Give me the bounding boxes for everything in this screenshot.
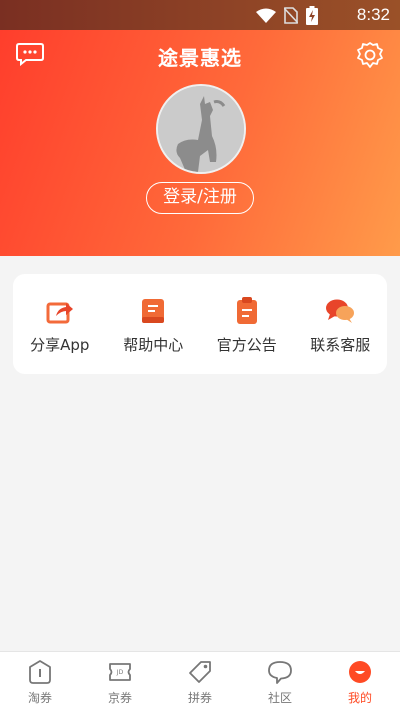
clipboard-icon	[236, 296, 257, 324]
app-title: 途景惠选	[158, 46, 242, 70]
chat-bubbles-icon	[326, 299, 355, 323]
tab-label: 社区	[267, 691, 292, 705]
llama-avatar-icon	[158, 86, 244, 172]
tab-label: 我的	[347, 691, 372, 705]
profile-icon	[349, 661, 371, 683]
menu-item-share-app[interactable]: 分享App	[15, 294, 105, 355]
share-icon	[46, 302, 73, 323]
tao-coupon-icon	[29, 660, 51, 684]
tab-pin-coupon[interactable]: 拼券	[160, 652, 240, 712]
wifi-icon	[256, 8, 276, 23]
jd-coupon-icon: JD	[109, 663, 131, 681]
status-time: 8:32	[356, 5, 390, 24]
tab-jd-coupon[interactable]: JD 京券	[80, 652, 160, 712]
menu-label: 官方公告	[216, 335, 277, 354]
tab-community[interactable]: 社区	[240, 652, 320, 712]
speech-bubble-icon	[268, 661, 292, 684]
menu-label: 分享App	[30, 335, 90, 354]
menu-item-announcement[interactable]: 官方公告	[202, 294, 292, 355]
quick-menu-card: 分享App 帮助中心 官方公告 联系客服	[13, 274, 387, 374]
status-bar: 8:32	[0, 0, 400, 30]
avatar[interactable]	[156, 84, 246, 174]
battery-charging-icon	[306, 6, 318, 25]
profile-header: 途景惠选 登录/注册	[0, 30, 400, 256]
tag-icon	[189, 661, 211, 683]
settings-gear-icon[interactable]	[356, 41, 384, 73]
svg-text:JD: JD	[116, 669, 124, 676]
tab-label: 京券	[107, 691, 132, 705]
login-register-button[interactable]: 登录/注册	[146, 182, 254, 214]
tab-label: 淘券	[27, 691, 52, 705]
menu-item-help-center[interactable]: 帮助中心	[108, 294, 198, 355]
no-sim-icon	[284, 7, 298, 24]
tab-tao-coupon[interactable]: 淘券	[0, 652, 80, 712]
tab-mine[interactable]: 我的	[320, 652, 400, 712]
bottom-tab-bar: 淘券 JD 京券 拼券 社区 我的	[0, 651, 400, 712]
tab-label: 拼券	[187, 691, 212, 705]
menu-label: 帮助中心	[123, 335, 184, 354]
menu-label: 联系客服	[310, 335, 371, 354]
menu-item-contact-service[interactable]: 联系客服	[295, 294, 385, 355]
book-icon	[142, 298, 165, 323]
